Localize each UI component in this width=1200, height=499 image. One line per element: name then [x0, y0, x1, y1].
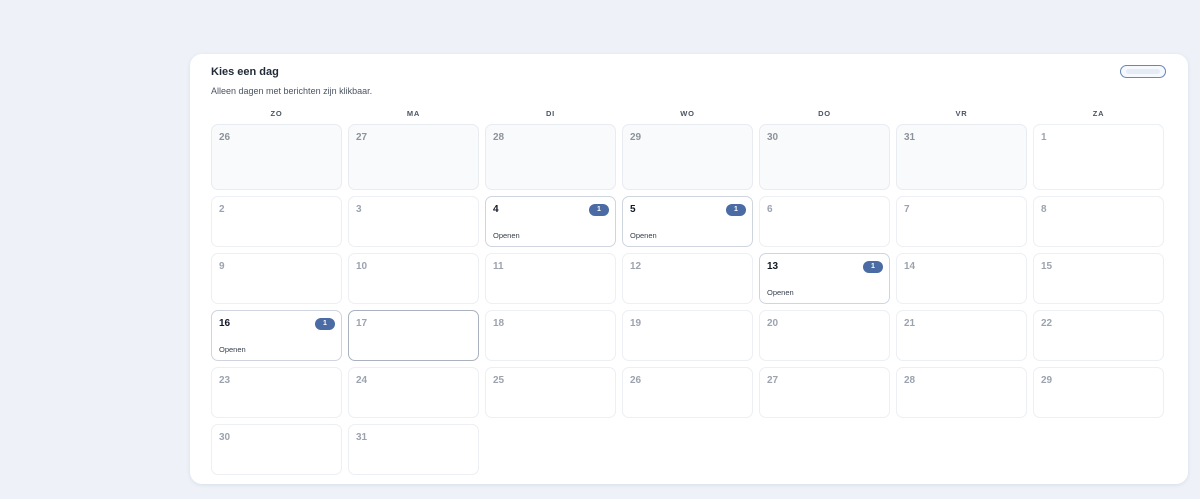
- day-number: 7: [904, 204, 910, 215]
- day-number: 20: [767, 318, 779, 329]
- day-number: 17: [356, 318, 368, 329]
- day-cell-with-messages[interactable]: 13 1 Openen: [759, 253, 890, 304]
- day-cell: 21: [896, 310, 1027, 361]
- day-number: 3: [356, 204, 362, 215]
- message-count-badge: 1: [589, 204, 609, 216]
- day-cell: 7: [896, 196, 1027, 247]
- open-day-link[interactable]: Openen: [219, 345, 246, 354]
- day-cell: 6: [759, 196, 890, 247]
- calendar-card: Kies een dag Alleen dagen met berichten …: [190, 54, 1188, 484]
- day-cell: 9: [211, 253, 342, 304]
- day-number: 8: [1041, 204, 1047, 215]
- day-cell: 29: [622, 124, 753, 190]
- day-number: 10: [356, 261, 368, 272]
- day-cell-with-messages[interactable]: 16 1 Openen: [211, 310, 342, 361]
- message-count-badge: 1: [863, 261, 883, 273]
- day-cell: 24: [348, 367, 479, 418]
- day-number: 26: [630, 375, 642, 386]
- day-cell: 25: [485, 367, 616, 418]
- day-cell: 1: [1033, 124, 1164, 190]
- day-number: 14: [904, 261, 916, 272]
- weekday-tuesday: DI: [545, 109, 556, 118]
- day-number: 13: [767, 261, 779, 272]
- day-number: 11: [493, 261, 504, 272]
- day-number: 19: [630, 318, 642, 329]
- weekday-header: ZO MA DI WO DO VR ZA: [211, 109, 1166, 118]
- day-number: 24: [356, 375, 368, 386]
- message-count-badge: 1: [726, 204, 746, 216]
- day-number: 30: [219, 432, 231, 443]
- day-cell: 30: [759, 124, 890, 190]
- day-number: 28: [904, 375, 916, 386]
- day-cell: 2: [211, 196, 342, 247]
- day-cell: 18: [485, 310, 616, 361]
- day-cell: 30: [211, 424, 342, 475]
- calendar-title: Kies een dag: [211, 66, 279, 78]
- day-cell: 23: [211, 367, 342, 418]
- day-cell: 26: [211, 124, 342, 190]
- day-cell: 22: [1033, 310, 1164, 361]
- day-cell: 28: [485, 124, 616, 190]
- day-cell: 15: [1033, 253, 1164, 304]
- weekday-sunday: ZO: [270, 109, 283, 118]
- day-number: 21: [904, 318, 916, 329]
- day-cell: 31: [348, 424, 479, 475]
- weekday-saturday: ZA: [1092, 109, 1105, 118]
- day-number: 25: [493, 375, 505, 386]
- message-count-badge: 1: [315, 318, 335, 330]
- weekday-friday: VR: [955, 109, 968, 118]
- day-cell: 29: [1033, 367, 1164, 418]
- day-number: 16: [219, 318, 231, 329]
- day-number: 31: [356, 432, 368, 443]
- day-cell: 27: [759, 367, 890, 418]
- day-number: 27: [767, 375, 779, 386]
- day-number: 31: [904, 132, 916, 143]
- open-day-link[interactable]: Openen: [767, 288, 794, 297]
- calendar-subtitle: Alleen dagen met berichten zijn klikbaar…: [211, 86, 373, 96]
- day-number: 12: [630, 261, 642, 272]
- day-number: 27: [356, 132, 368, 143]
- day-number: 28: [493, 132, 505, 143]
- day-cell: 11: [485, 253, 616, 304]
- day-number: 30: [767, 132, 779, 143]
- day-number: 2: [219, 204, 225, 215]
- weekday-monday: MA: [406, 109, 421, 118]
- view-toggle-track: [1126, 69, 1160, 74]
- day-number: 26: [219, 132, 231, 143]
- day-cell: 28: [896, 367, 1027, 418]
- day-cell: 17: [348, 310, 479, 361]
- day-cell: 26: [622, 367, 753, 418]
- day-number: 29: [630, 132, 642, 143]
- day-cell: 10: [348, 253, 479, 304]
- view-toggle-button[interactable]: [1120, 65, 1166, 78]
- day-cell: 8: [1033, 196, 1164, 247]
- open-day-link[interactable]: Openen: [630, 231, 657, 240]
- day-number: 22: [1041, 318, 1053, 329]
- day-grid: 26 27 28 29 30 31 1 2 3 4 1 Openen 5 1 Openen 6 7 8 9 10 11 1…: [211, 124, 1166, 475]
- day-number: 23: [219, 375, 231, 386]
- day-cell: 14: [896, 253, 1027, 304]
- day-number: 9: [219, 261, 225, 272]
- day-cell: 3: [348, 196, 479, 247]
- day-number: 29: [1041, 375, 1053, 386]
- day-cell: 27: [348, 124, 479, 190]
- day-cell: 19: [622, 310, 753, 361]
- day-cell: 20: [759, 310, 890, 361]
- day-number: 4: [493, 204, 499, 215]
- day-cell-with-messages[interactable]: 5 1 Openen: [622, 196, 753, 247]
- day-cell: 31: [896, 124, 1027, 190]
- day-number: 6: [767, 204, 773, 215]
- weekday-wednesday: WO: [680, 109, 695, 118]
- day-number: 5: [630, 204, 636, 215]
- day-number: 18: [493, 318, 505, 329]
- open-day-link[interactable]: Openen: [493, 231, 520, 240]
- day-number: 1: [1041, 132, 1047, 143]
- day-cell: 12: [622, 253, 753, 304]
- day-number: 15: [1041, 261, 1053, 272]
- day-cell-with-messages[interactable]: 4 1 Openen: [485, 196, 616, 247]
- weekday-thursday: DO: [818, 109, 831, 118]
